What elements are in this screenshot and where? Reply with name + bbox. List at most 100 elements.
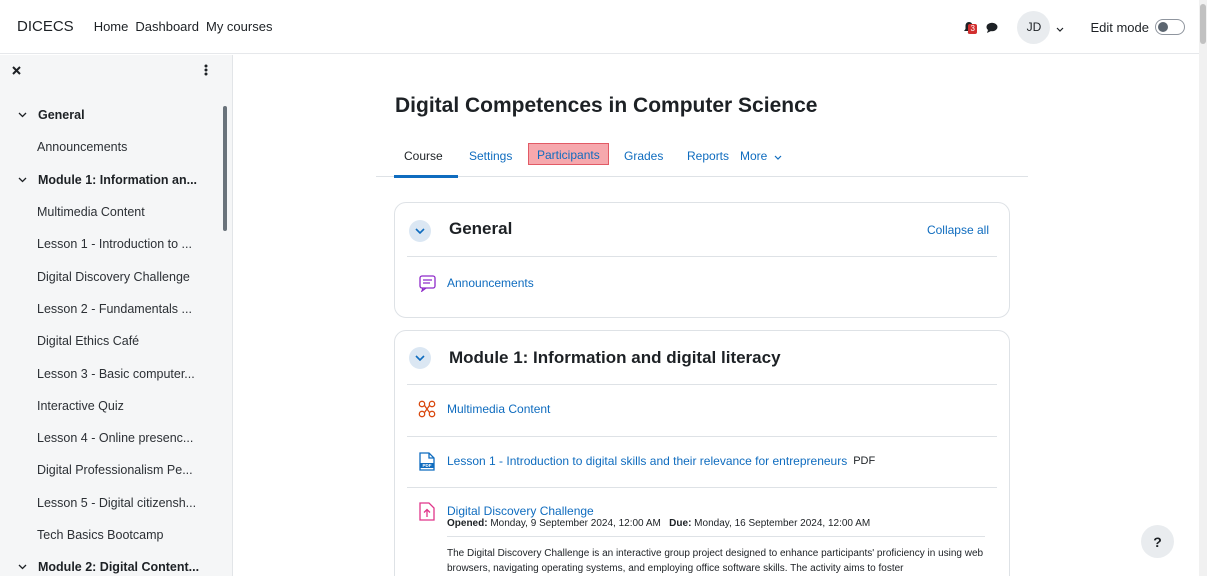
edit-mode-toggle[interactable]: [1155, 19, 1185, 35]
nav-my-courses-link[interactable]: My courses: [206, 19, 272, 34]
sidebar-section-14[interactable]: Module 2: Digital Content...: [0, 551, 224, 576]
user-avatar[interactable]: JD: [1017, 10, 1051, 44]
primary-nav: Home Dashboard My courses: [94, 19, 273, 34]
section-divider: [407, 384, 997, 385]
chevron-down-icon[interactable]: [18, 564, 32, 570]
nav-home-link[interactable]: Home: [94, 19, 129, 34]
close-drawer-icon[interactable]: [11, 64, 23, 76]
activity-link[interactable]: Announcements: [447, 276, 534, 290]
activity-divider: [407, 436, 997, 437]
sidebar-item-10[interactable]: Lesson 4 - Online presenc...: [0, 422, 224, 454]
sidebar-item-label: Multimedia Content: [37, 205, 145, 220]
pdf-icon: PDF: [417, 451, 437, 471]
sidebar-item-label: Lesson 2 - Fundamentals ...: [37, 301, 192, 316]
sidebar-item-label: Lesson 1 - Introduction to ...: [37, 237, 192, 252]
opened-date: Monday, 9 September 2024, 12:00 AM: [487, 518, 661, 529]
course-nav-tabs: Course Settings Participants Grades Repo…: [376, 135, 1028, 178]
nav-dashboard-link[interactable]: Dashboard: [135, 19, 199, 34]
messages-icon[interactable]: [986, 20, 1000, 34]
forum-icon: [417, 273, 437, 293]
activity-announcements[interactable]: Announcements: [417, 272, 534, 294]
sidebar-item-13[interactable]: Tech Basics Bootcamp: [0, 519, 224, 551]
page-scrollbar[interactable]: [1199, 0, 1207, 576]
sidebar-item-label: Digital Discovery Challenge: [37, 269, 190, 284]
general-collapse-chevron-icon[interactable]: [409, 220, 431, 242]
tab-settings[interactable]: Settings: [469, 145, 512, 167]
sidebar-item-9[interactable]: Interactive Quiz: [0, 390, 224, 422]
drawer-options-kebab-icon[interactable]: [204, 64, 210, 78]
activity-divider: [407, 487, 997, 488]
opened-label: Opened:: [447, 518, 488, 529]
tab-grades[interactable]: Grades: [624, 145, 663, 167]
dates-divider: [447, 536, 985, 537]
activity-link[interactable]: Digital Discovery Challenge: [447, 504, 594, 518]
course-index-drawer: General Announcements Module 1: Informatio…: [0, 55, 233, 576]
site-brand[interactable]: DICECS: [17, 18, 74, 35]
sidebar-item-label: Interactive Quiz: [37, 398, 124, 413]
sidebar-item-label: Module 2: Digital Content...: [38, 560, 200, 575]
sidebar-item-12[interactable]: Lesson 5 - Digital citizensh...: [0, 487, 224, 519]
drawer-scrollbar[interactable]: [223, 106, 227, 231]
sidebar-item-label: Lesson 5 - Digital citizensh...: [37, 495, 197, 510]
section-divider: [407, 256, 997, 257]
sidebar-item-5[interactable]: Digital Discovery Challenge: [0, 260, 224, 292]
tab-more[interactable]: More: [740, 145, 782, 167]
file-type-badge: PDF: [853, 455, 876, 467]
tab-reports[interactable]: Reports: [687, 145, 729, 167]
svg-text:PDF: PDF: [423, 463, 432, 468]
general-section-title[interactable]: General: [449, 219, 512, 239]
main-content: Digital Competences in Computer Science …: [234, 55, 1199, 576]
notifications-bell-icon[interactable]: 3: [960, 18, 978, 36]
module1-collapse-chevron-icon[interactable]: [409, 347, 431, 369]
activity-multimedia-content[interactable]: Multimedia Content: [417, 398, 550, 420]
sidebar-item-label: Module 1: Information an...: [38, 172, 198, 187]
multimedia-icon: [417, 399, 437, 419]
activity-link[interactable]: Multimedia Content: [447, 402, 550, 416]
module1-section-card: Module 1: Information and digital litera…: [394, 330, 1010, 576]
due-date: Monday, 16 September 2024, 12:00 AM: [691, 518, 871, 529]
edit-mode-label: Edit mode: [1090, 19, 1149, 35]
sidebar-item-label: Announcements: [37, 140, 128, 155]
sidebar-item-8[interactable]: Lesson 3 - Basic computer...: [0, 357, 224, 389]
top-navbar: DICECS Home Dashboard My courses 3 JD Ed…: [0, 0, 1199, 54]
help-button[interactable]: ?: [1141, 525, 1174, 558]
general-section-card: General Collapse all Announcements: [394, 202, 1010, 318]
sidebar-item-1[interactable]: Announcements: [0, 131, 224, 163]
user-controls: 3 JD Edit mode: [960, 0, 1185, 54]
more-chevron-icon: [774, 155, 782, 160]
module1-section-header: Module 1: Information and digital litera…: [395, 331, 1009, 385]
notification-count-badge: 3: [968, 24, 977, 34]
assignment-icon: [417, 501, 437, 521]
sidebar-item-label: Lesson 4 - Online presenc...: [37, 431, 194, 446]
course-index-list: General Announcements Module 1: Informatio…: [0, 99, 224, 576]
page-title: Digital Competences in Computer Science: [395, 94, 818, 117]
activity-description: The Digital Discovery Challenge is an in…: [447, 548, 984, 574]
active-tab-underline: [394, 175, 458, 178]
user-menu-chevron-icon[interactable]: [1056, 20, 1066, 35]
tab-participants[interactable]: Participants: [528, 143, 609, 165]
chevron-down-icon[interactable]: [18, 112, 32, 118]
sidebar-item-label: Tech Basics Bootcamp: [37, 528, 164, 542]
sidebar-item-label: Digital Professionalism Pe...: [37, 463, 193, 478]
general-section-header: General Collapse all: [395, 203, 1009, 257]
sidebar-item-6[interactable]: Lesson 2 - Fundamentals ...: [0, 293, 224, 325]
sidebar-section-2[interactable]: Module 1: Information an...: [0, 164, 224, 196]
sidebar-section-0[interactable]: General: [0, 99, 224, 131]
due-label: Due:: [669, 518, 692, 529]
page-scrollbar-thumb[interactable]: [1200, 4, 1206, 44]
sidebar-item-3[interactable]: Multimedia Content: [0, 196, 224, 228]
activity-lesson-1[interactable]: PDF Lesson 1 - Introduction to digital s…: [417, 450, 875, 472]
activity-dates: Opened: Monday, 9 September 2024, 12:00 …: [447, 518, 870, 529]
activity-link[interactable]: Lesson 1 - Introduction to digital skill…: [447, 454, 847, 468]
sidebar-item-label: Lesson 3 - Basic computer...: [37, 366, 195, 381]
sidebar-item-11[interactable]: Digital Professionalism Pe...: [0, 454, 224, 486]
sidebar-item-label: General: [38, 108, 85, 123]
sidebar-item-label: Digital Ethics Café: [37, 334, 140, 349]
tab-course[interactable]: Course: [404, 145, 443, 167]
chevron-down-icon[interactable]: [18, 177, 32, 183]
collapse-all-link[interactable]: Collapse all: [927, 223, 989, 237]
sidebar-item-4[interactable]: Lesson 1 - Introduction to ...: [0, 228, 224, 260]
sidebar-item-7[interactable]: Digital Ethics Café: [0, 325, 224, 357]
tab-more-label: More: [740, 149, 768, 163]
module1-section-title[interactable]: Module 1: Information and digital litera…: [449, 348, 781, 368]
